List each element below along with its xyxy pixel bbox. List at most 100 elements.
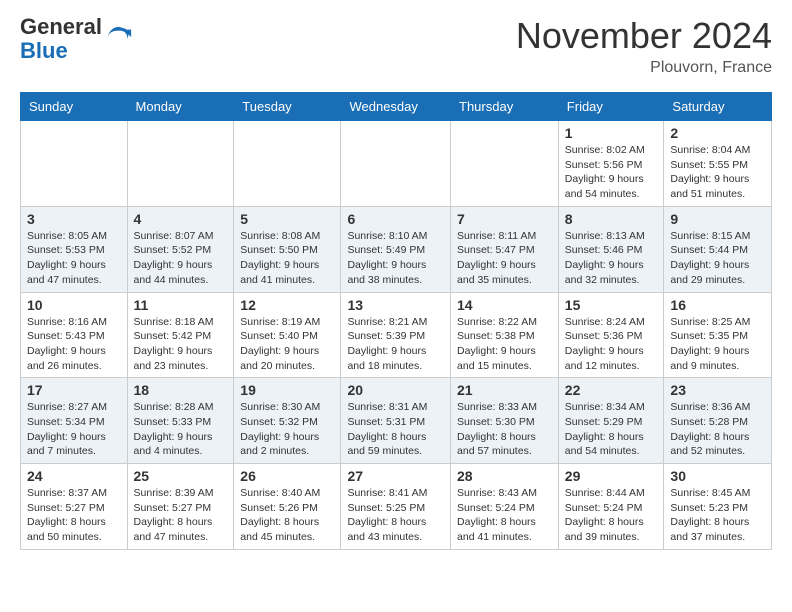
header-cell-friday: Friday [558,93,664,121]
day-number: 23 [670,382,765,398]
day-info: Sunrise: 8:16 AM Sunset: 5:43 PM Dayligh… [27,315,121,374]
calendar-cell: 20 Sunrise: 8:31 AM Sunset: 5:31 PM Dayli… [341,378,451,464]
day-number: 13 [347,297,444,313]
calendar-cell [451,121,559,207]
header-cell-tuesday: Tuesday [234,93,341,121]
day-info: Sunrise: 8:45 AM Sunset: 5:23 PM Dayligh… [670,486,765,545]
logo-general: General [20,14,102,39]
calendar-cell: 12 Sunrise: 8:19 AM Sunset: 5:40 PM Dayli… [234,292,341,378]
calendar-cell: 14 Sunrise: 8:22 AM Sunset: 5:38 PM Dayli… [451,292,559,378]
day-info: Sunrise: 8:19 AM Sunset: 5:40 PM Dayligh… [240,315,334,374]
header-cell-sunday: Sunday [21,93,128,121]
day-info: Sunrise: 8:07 AM Sunset: 5:52 PM Dayligh… [134,229,228,288]
calendar-cell: 26 Sunrise: 8:40 AM Sunset: 5:26 PM Dayli… [234,464,341,550]
calendar-cell: 25 Sunrise: 8:39 AM Sunset: 5:27 PM Dayli… [127,464,234,550]
month-title: November 2024 [516,15,772,57]
header-cell-saturday: Saturday [664,93,772,121]
day-number: 21 [457,382,552,398]
day-number: 15 [565,297,658,313]
calendar-cell: 2 Sunrise: 8:04 AM Sunset: 5:55 PM Daylig… [664,121,772,207]
header-row: SundayMondayTuesdayWednesdayThursdayFrid… [21,93,772,121]
day-info: Sunrise: 8:24 AM Sunset: 5:36 PM Dayligh… [565,315,658,374]
calendar-row-3: 10 Sunrise: 8:16 AM Sunset: 5:43 PM Dayli… [21,292,772,378]
day-number: 10 [27,297,121,313]
calendar-cell: 18 Sunrise: 8:28 AM Sunset: 5:33 PM Dayli… [127,378,234,464]
calendar-cell: 23 Sunrise: 8:36 AM Sunset: 5:28 PM Dayli… [664,378,772,464]
calendar-cell: 22Sunrise: 8:34 AM Sunset: 5:29 PM Dayli… [558,378,664,464]
day-number: 26 [240,468,334,484]
calendar-cell: 29 Sunrise: 8:44 AM Sunset: 5:24 PM Dayli… [558,464,664,550]
calendar-cell: 8Sunrise: 8:13 AM Sunset: 5:46 PM Daylig… [558,206,664,292]
day-number: 29 [565,468,658,484]
day-info: Sunrise: 8:44 AM Sunset: 5:24 PM Dayligh… [565,486,658,545]
calendar-cell: 4 Sunrise: 8:07 AM Sunset: 5:52 PM Daylig… [127,206,234,292]
day-info: Sunrise: 8:36 AM Sunset: 5:28 PM Dayligh… [670,400,765,459]
day-number: 3 [27,211,121,227]
calendar-cell: 27Sunrise: 8:41 AM Sunset: 5:25 PM Dayli… [341,464,451,550]
calendar-cell: 11 Sunrise: 8:18 AM Sunset: 5:42 PM Dayli… [127,292,234,378]
calendar-cell: 15 Sunrise: 8:24 AM Sunset: 5:36 PM Dayli… [558,292,664,378]
day-info: Sunrise: 8:30 AM Sunset: 5:32 PM Dayligh… [240,400,334,459]
day-number: 9 [670,211,765,227]
day-info: Sunrise: 8:08 AM Sunset: 5:50 PM Dayligh… [240,229,334,288]
day-info: Sunrise: 8:11 AM Sunset: 5:47 PM Dayligh… [457,229,552,288]
day-number: 22 [565,382,658,398]
day-number: 11 [134,297,228,313]
calendar-cell: 21 Sunrise: 8:33 AM Sunset: 5:30 PM Dayli… [451,378,559,464]
title-section: November 2024 Plouvorn, France [516,15,772,77]
calendar-cell: 7 Sunrise: 8:11 AM Sunset: 5:47 PM Daylig… [451,206,559,292]
calendar-row-4: 17Sunrise: 8:27 AM Sunset: 5:34 PM Dayli… [21,378,772,464]
calendar-cell: 17Sunrise: 8:27 AM Sunset: 5:34 PM Dayli… [21,378,128,464]
calendar-cell [127,121,234,207]
calendar-row-2: 3 Sunrise: 8:05 AM Sunset: 5:53 PM Daylig… [21,206,772,292]
day-info: Sunrise: 8:37 AM Sunset: 5:27 PM Dayligh… [27,486,121,545]
day-info: Sunrise: 8:28 AM Sunset: 5:33 PM Dayligh… [134,400,228,459]
header: General Blue November 2024 Plouvorn, Fra… [20,15,772,77]
day-number: 12 [240,297,334,313]
calendar-cell: 5Sunrise: 8:08 AM Sunset: 5:50 PM Daylig… [234,206,341,292]
calendar-cell [234,121,341,207]
day-info: Sunrise: 8:33 AM Sunset: 5:30 PM Dayligh… [457,400,552,459]
day-number: 30 [670,468,765,484]
calendar-cell: 3 Sunrise: 8:05 AM Sunset: 5:53 PM Daylig… [21,206,128,292]
calendar-cell: 13 Sunrise: 8:21 AM Sunset: 5:39 PM Dayli… [341,292,451,378]
day-info: Sunrise: 8:15 AM Sunset: 5:44 PM Dayligh… [670,229,765,288]
calendar-cell: 16Sunrise: 8:25 AM Sunset: 5:35 PM Dayli… [664,292,772,378]
calendar: SundayMondayTuesdayWednesdayThursdayFrid… [20,92,772,550]
day-number: 2 [670,125,765,141]
day-number: 16 [670,297,765,313]
header-cell-thursday: Thursday [451,93,559,121]
day-number: 24 [27,468,121,484]
day-number: 4 [134,211,228,227]
day-info: Sunrise: 8:10 AM Sunset: 5:49 PM Dayligh… [347,229,444,288]
day-info: Sunrise: 8:43 AM Sunset: 5:24 PM Dayligh… [457,486,552,545]
day-info: Sunrise: 8:40 AM Sunset: 5:26 PM Dayligh… [240,486,334,545]
calendar-row-5: 24 Sunrise: 8:37 AM Sunset: 5:27 PM Dayli… [21,464,772,550]
header-cell-monday: Monday [127,93,234,121]
calendar-cell: 6 Sunrise: 8:10 AM Sunset: 5:49 PM Daylig… [341,206,451,292]
day-number: 20 [347,382,444,398]
day-number: 7 [457,211,552,227]
calendar-cell: 9 Sunrise: 8:15 AM Sunset: 5:44 PM Daylig… [664,206,772,292]
page-container: General Blue November 2024 Plouvorn, Fra… [0,0,792,565]
day-info: Sunrise: 8:31 AM Sunset: 5:31 PM Dayligh… [347,400,444,459]
calendar-cell: 30 Sunrise: 8:45 AM Sunset: 5:23 PM Dayli… [664,464,772,550]
calendar-cell: 19 Sunrise: 8:30 AM Sunset: 5:32 PM Dayli… [234,378,341,464]
day-info: Sunrise: 8:05 AM Sunset: 5:53 PM Dayligh… [27,229,121,288]
day-number: 19 [240,382,334,398]
day-number: 18 [134,382,228,398]
location: Plouvorn, France [516,59,772,77]
day-info: Sunrise: 8:39 AM Sunset: 5:27 PM Dayligh… [134,486,228,545]
day-number: 27 [347,468,444,484]
day-info: Sunrise: 8:18 AM Sunset: 5:42 PM Dayligh… [134,315,228,374]
day-number: 14 [457,297,552,313]
day-info: Sunrise: 8:21 AM Sunset: 5:39 PM Dayligh… [347,315,444,374]
calendar-cell [341,121,451,207]
day-info: Sunrise: 8:04 AM Sunset: 5:55 PM Dayligh… [670,143,765,202]
day-number: 1 [565,125,658,141]
logo-blue: Blue [20,38,68,63]
day-number: 6 [347,211,444,227]
day-info: Sunrise: 8:22 AM Sunset: 5:38 PM Dayligh… [457,315,552,374]
day-number: 8 [565,211,658,227]
day-number: 25 [134,468,228,484]
